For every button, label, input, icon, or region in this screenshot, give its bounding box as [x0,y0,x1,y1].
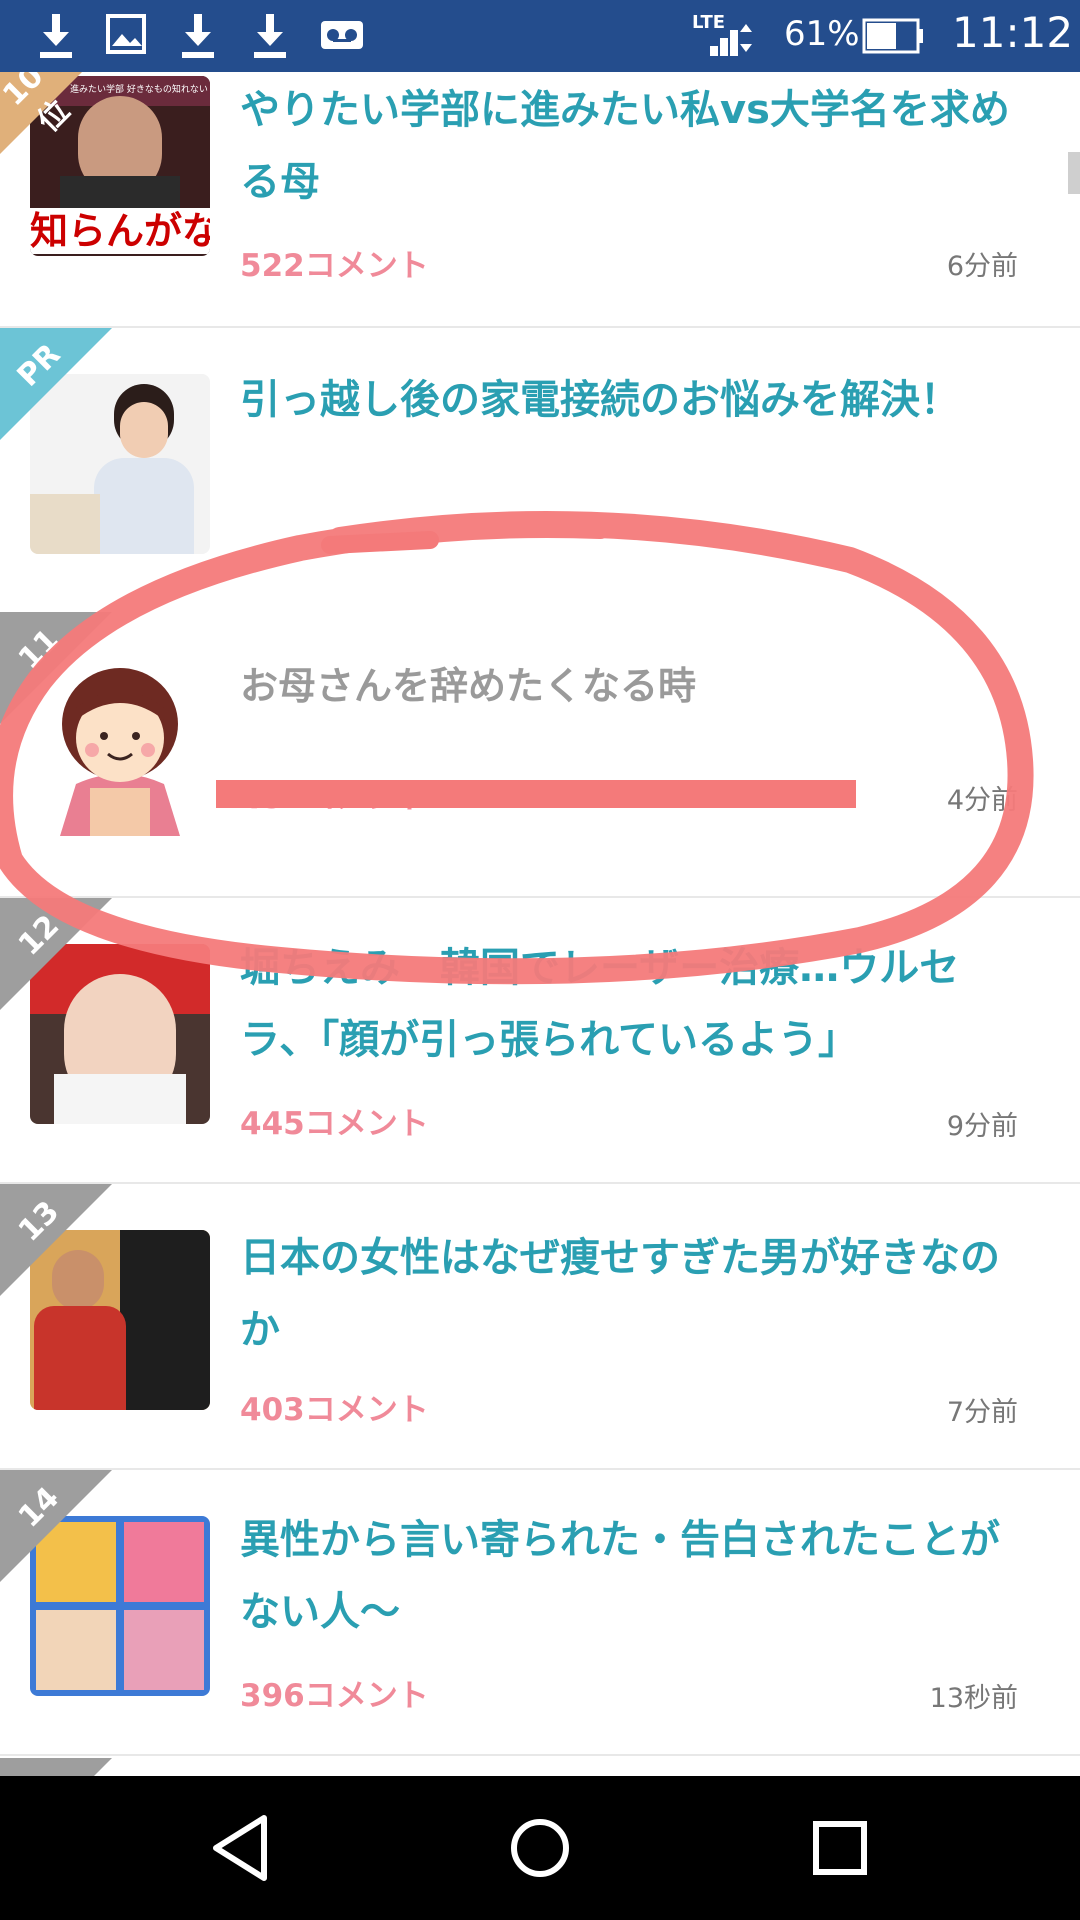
annotation-circle [0,511,1034,985]
annotation-underline [216,780,856,808]
annotation-stroke [321,531,439,554]
back-icon[interactable] [198,1806,282,1890]
home-icon[interactable] [498,1806,582,1890]
navigation-bar [0,1776,1080,1920]
recents-icon[interactable] [798,1806,882,1890]
annotation-overlay [0,511,1034,985]
